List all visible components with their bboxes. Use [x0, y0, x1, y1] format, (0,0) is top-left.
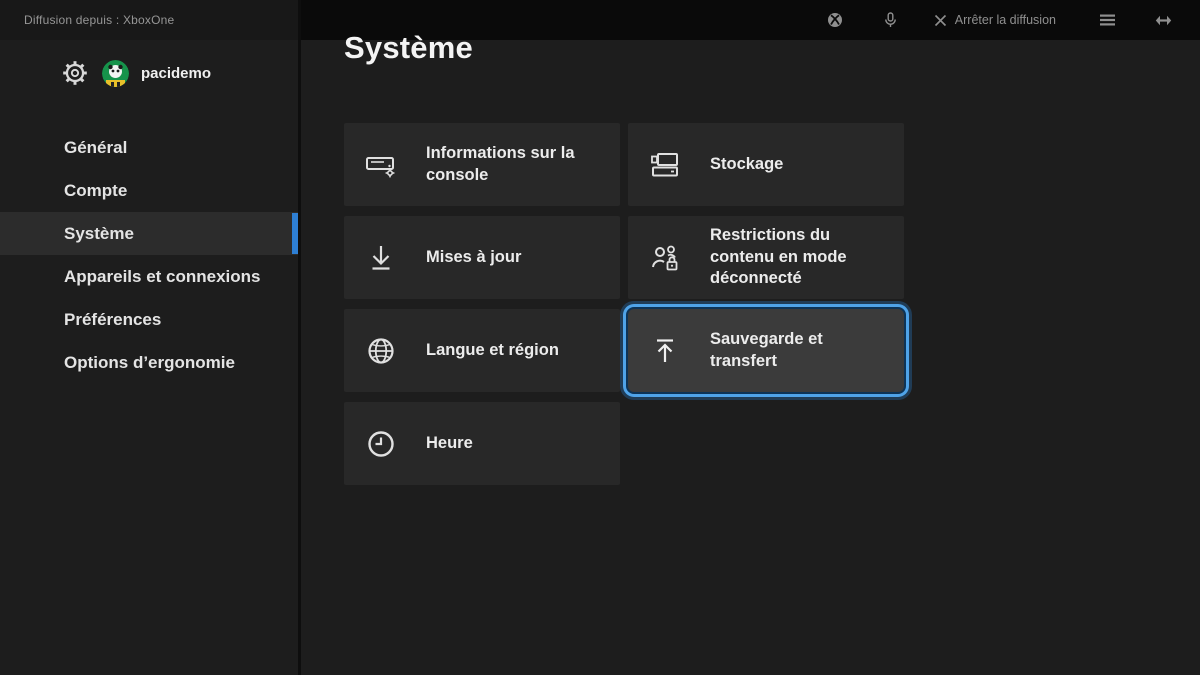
- microphone-icon[interactable]: [872, 12, 910, 29]
- gear-icon[interactable]: [60, 58, 90, 88]
- close-icon: [934, 14, 947, 27]
- xbox-logo-icon[interactable]: [816, 12, 854, 28]
- settings-menu: Général Compte Système Appareils et conn…: [0, 126, 298, 384]
- sidebar-item-ergonomie[interactable]: Options d’ergonomie: [0, 341, 298, 384]
- tile-stockage[interactable]: Stockage: [628, 123, 904, 206]
- stream-source-label: Diffusion depuis : XboxOne: [24, 13, 174, 27]
- stop-streaming-label: Arrêter la diffusion: [955, 13, 1056, 27]
- bandwidth-icon[interactable]: [1144, 15, 1182, 26]
- console-settings-icon: [364, 148, 398, 182]
- tile-label: Langue et région: [426, 340, 559, 361]
- page-title: Système: [344, 30, 473, 66]
- sidebar-item-compte[interactable]: Compte: [0, 169, 298, 212]
- xbox-stream-settings-screen: Diffusion depuis : XboxOne: [0, 0, 1200, 675]
- tile-restrictions-contenu[interactable]: Restrictions du contenu en mode déconnec…: [628, 216, 904, 299]
- tile-label: Informations sur la console: [426, 143, 604, 186]
- stream-source: Diffusion depuis : XboxOne: [0, 0, 301, 40]
- globe-icon: [364, 334, 398, 368]
- clock-icon: [364, 427, 398, 461]
- download-icon: [364, 241, 398, 275]
- settings-sidebar: pacidemo Général Compte Système Appareil…: [0, 40, 298, 675]
- profile-row: pacidemo: [60, 58, 298, 88]
- people-lock-icon: [648, 241, 682, 275]
- sidebar-item-label: Système: [64, 224, 134, 244]
- tile-label: Restrictions du contenu en mode déconnec…: [710, 225, 888, 289]
- main-content: Système: [301, 0, 1200, 675]
- sidebar-item-general[interactable]: Général: [0, 126, 298, 169]
- list-icon[interactable]: [1088, 14, 1126, 26]
- sidebar-item-appareils[interactable]: Appareils et connexions: [0, 255, 298, 298]
- tile-label: Mises à jour: [426, 247, 521, 268]
- username-label: pacidemo: [141, 65, 211, 82]
- tile-label: Sauvegarde et transfert: [710, 329, 888, 372]
- sidebar-item-systeme[interactable]: Système: [0, 212, 298, 255]
- tile-label: Heure: [426, 433, 473, 454]
- stop-streaming-button[interactable]: Arrêter la diffusion: [934, 13, 1056, 27]
- tile-label: Stockage: [710, 154, 783, 175]
- storage-icon: [648, 148, 682, 182]
- tile-mises-a-jour[interactable]: Mises à jour: [344, 216, 620, 299]
- tile-langue-region[interactable]: Langue et région: [344, 309, 620, 392]
- tile-sauvegarde-transfert[interactable]: Sauvegarde et transfert: [628, 309, 904, 392]
- sidebar-item-preferences[interactable]: Préférences: [0, 298, 298, 341]
- settings-tiles-grid: Informations sur la console Stockage: [344, 123, 904, 485]
- upload-icon: [648, 334, 682, 368]
- avatar[interactable]: [102, 60, 129, 87]
- stream-topbar: Diffusion depuis : XboxOne: [0, 0, 1200, 40]
- sidebar-divider: [298, 0, 301, 675]
- tile-informations-console[interactable]: Informations sur la console: [344, 123, 620, 206]
- tile-heure[interactable]: Heure: [344, 402, 620, 485]
